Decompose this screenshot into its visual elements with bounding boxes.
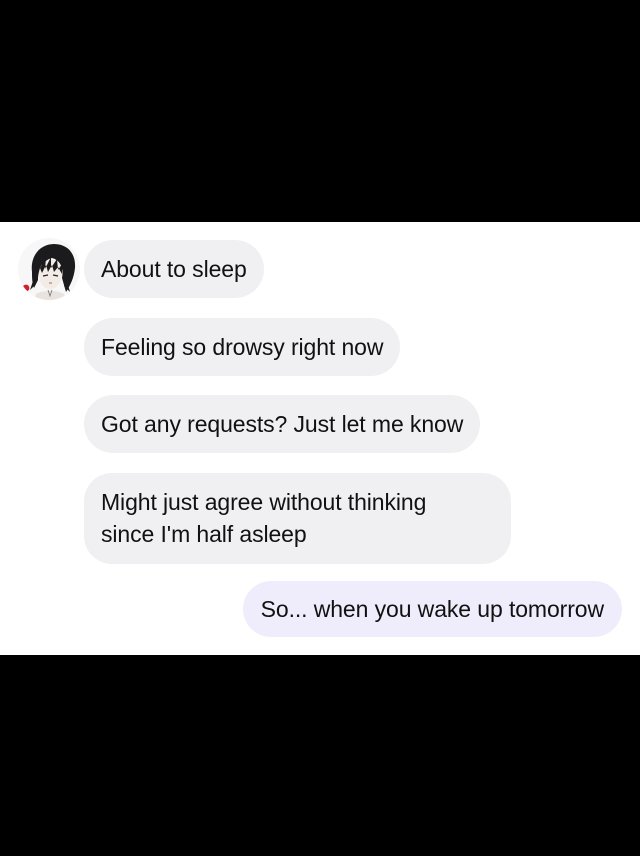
incoming-message-bubble[interactable]: Got any requests? Just let me know <box>84 395 481 453</box>
incoming-message-bubble[interactable]: Might just agree without thinking since … <box>84 473 511 564</box>
incoming-message-bubble[interactable]: About to sleep <box>84 240 264 298</box>
message-text: Got any requests? Just let me know <box>101 411 464 437</box>
anime-girl-avatar-icon <box>18 238 80 300</box>
message-text: So... when you wake up tomorrow <box>260 596 604 622</box>
contact-avatar[interactable] <box>18 238 80 300</box>
letterbox-top <box>0 0 640 222</box>
incoming-message-bubble[interactable]: Feeling so drowsy right now <box>84 318 401 376</box>
letterbox-bottom <box>0 655 640 856</box>
outgoing-message-bubble[interactable]: So... when you wake up tomorrow <box>242 581 622 637</box>
chat-thread: About to sleep Feeling so drowsy right n… <box>0 222 640 655</box>
message-text: Feeling so drowsy right now <box>101 334 384 360</box>
message-text-line: since I'm half asleep <box>101 521 307 547</box>
message-text: About to sleep <box>101 256 247 282</box>
message-text-line: Might just agree without thinking <box>101 489 427 515</box>
